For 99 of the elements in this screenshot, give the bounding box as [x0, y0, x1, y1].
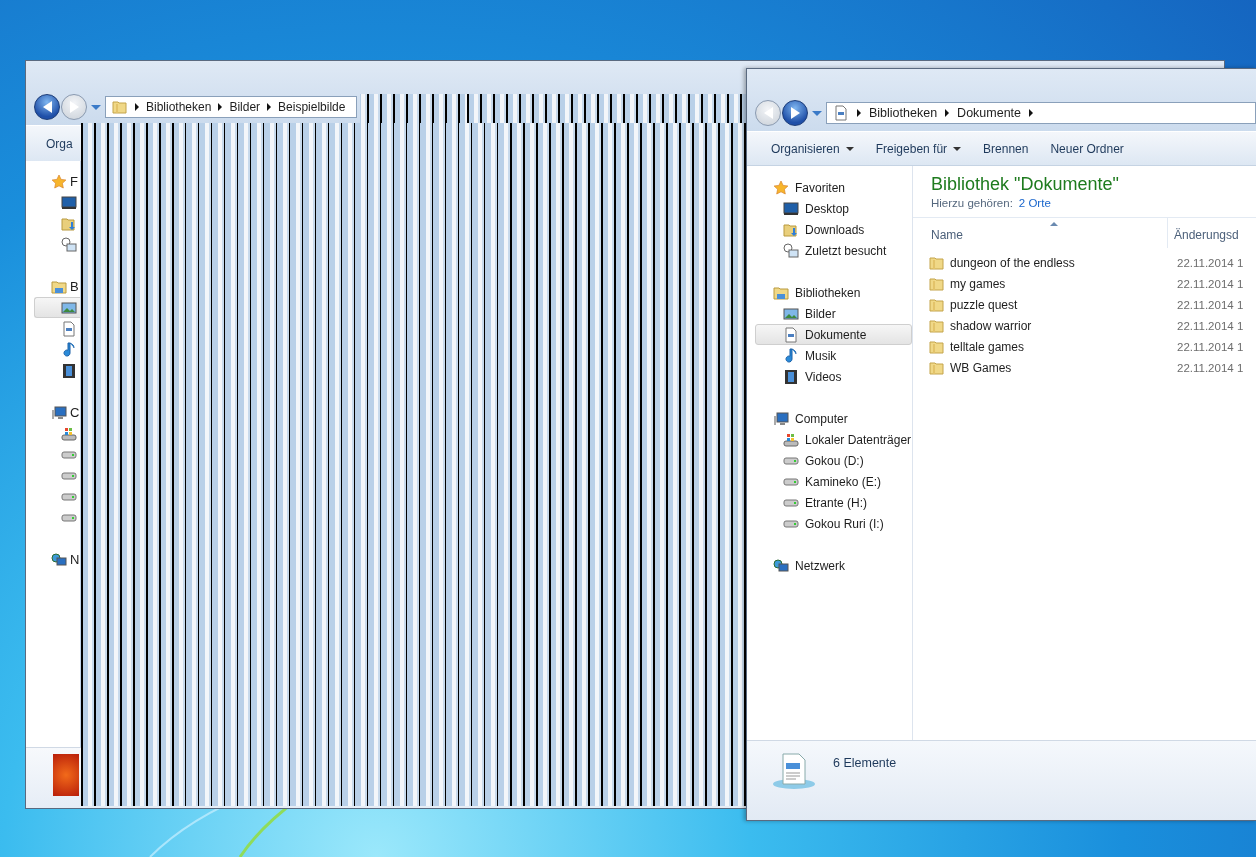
chevron-icon	[267, 103, 272, 111]
film-icon	[783, 368, 799, 385]
file-name: my games	[950, 276, 1006, 291]
toolbar-button[interactable]: Freigeben für	[865, 137, 972, 160]
folder-icon	[929, 254, 945, 271]
sidebar-item[interactable]: Etrante (H:)	[747, 492, 912, 513]
file-name: telltale games	[950, 339, 1025, 354]
breadcrumb[interactable]: Dokumente	[957, 106, 1022, 120]
sidebar-heading[interactable]: Favoriten	[795, 180, 846, 195]
folder-icon	[929, 296, 945, 313]
film-icon	[61, 362, 77, 379]
folder-icon	[929, 338, 945, 355]
file-row[interactable]: WB Games	[913, 359, 1175, 376]
file-row[interactable]: dungeon of the endless	[913, 254, 1175, 271]
folder-icon	[112, 99, 128, 115]
computer-icon	[51, 404, 67, 421]
monitor-icon	[783, 200, 799, 217]
file-name: shadow warrior	[950, 318, 1032, 333]
file-row[interactable]: shadow warrior	[913, 317, 1175, 334]
toolbar-button[interactable]: Organisieren	[761, 137, 864, 160]
chevron-icon	[857, 109, 861, 117]
sidebar-heading[interactable]: Netzwerk	[795, 558, 845, 573]
modified-date: 22.11.2014 1	[1176, 319, 1244, 332]
library-folder-icon	[773, 284, 789, 301]
file-row[interactable]: my games	[913, 275, 1175, 292]
document-icon	[833, 105, 849, 121]
folder-icon	[929, 275, 945, 292]
modified-date: 22.11.2014 1	[1176, 361, 1244, 374]
document-stack-icon	[771, 751, 817, 791]
address-bar[interactable]: Bibliotheken Dokumente	[826, 102, 1256, 124]
sidebar-heading[interactable]: C	[70, 405, 80, 420]
modified-date: 22.11.2014 1	[1176, 277, 1244, 290]
sidebar-item[interactable]: Musik	[747, 345, 912, 366]
drive-icon	[61, 425, 77, 442]
sidebar-heading[interactable]: F	[70, 174, 78, 189]
sidebar-item[interactable]: Downloads	[747, 219, 912, 240]
sidebar-item[interactable]: Desktop	[747, 198, 912, 219]
item-count: 6 Elemente	[833, 756, 897, 770]
locations-link[interactable]: 2 Orte	[1018, 197, 1051, 209]
toolbar-button[interactable]: Brennen	[973, 137, 1039, 160]
forward-button[interactable]	[782, 100, 808, 126]
modified-date: 22.11.2014 1	[1176, 340, 1244, 353]
music-note-icon	[783, 347, 799, 364]
computer-icon	[773, 410, 789, 427]
address-bar[interactable]: Bibliotheken Bilder Beispielbilde	[105, 96, 357, 118]
chevron-icon	[945, 109, 950, 117]
globe-computer-icon	[51, 551, 67, 568]
sidebar-item[interactable]: Zuletzt besucht	[747, 240, 912, 261]
file-row[interactable]: puzzle quest	[913, 296, 1175, 313]
file-name: dungeon of the endless	[950, 255, 1075, 270]
folder-icon	[929, 359, 945, 376]
breadcrumb[interactable]: Beispielbilde	[278, 100, 346, 114]
globe-computer-icon	[773, 557, 789, 574]
landscape-picture-icon	[61, 299, 77, 316]
clock-computer-icon	[783, 242, 799, 259]
sidebar-heading[interactable]: Bibliotheken	[795, 285, 861, 300]
file-name: WB Games	[950, 360, 1012, 375]
back-button[interactable]	[34, 94, 60, 120]
column-header[interactable]: Änderungsd	[1168, 224, 1239, 242]
modified-date: 22.11.2014 1	[1176, 298, 1244, 311]
drive-icon	[783, 431, 799, 448]
star-icon	[773, 179, 789, 196]
star-icon	[51, 173, 67, 190]
monitor-icon	[61, 194, 77, 211]
sidebar-item[interactable]: Videos	[747, 366, 912, 387]
document-icon	[783, 326, 799, 343]
sidebar-item[interactable]: Bilder	[747, 303, 912, 324]
toolbar-button[interactable]: Orga	[36, 132, 83, 155]
clock-computer-icon	[61, 236, 77, 253]
breadcrumb[interactable]: Bibliotheken	[869, 106, 938, 120]
sidebar-item[interactable]: Dokumente	[755, 324, 912, 345]
chevron-icon	[218, 103, 223, 111]
photo-placeholder	[53, 754, 79, 796]
modified-date: 22.11.2014 1	[1176, 256, 1244, 269]
chevron-icon	[1029, 109, 1034, 117]
sort-arrow-icon	[1050, 222, 1058, 226]
music-note-icon	[61, 341, 77, 358]
library-subtitle: Hierzu gehören:	[931, 197, 1013, 209]
sidebar-item[interactable]: Lokaler Datenträger	[747, 429, 912, 450]
document-icon	[61, 320, 77, 337]
sidebar-item[interactable]: Gokou Ruri (I:)	[747, 513, 912, 534]
breadcrumb[interactable]: Bibliotheken	[146, 100, 212, 114]
landscape-picture-icon	[783, 305, 799, 322]
sidebar-item[interactable]: Gokou (D:)	[747, 450, 912, 471]
chevron-icon	[135, 103, 139, 111]
folder-download-icon	[783, 221, 799, 238]
file-name: puzzle quest	[950, 297, 1018, 312]
sidebar-heading[interactable]: N	[70, 552, 80, 567]
sidebar-item[interactable]: Kamineko (E:)	[747, 471, 912, 492]
folder-download-icon	[61, 215, 77, 232]
library-folder-icon	[51, 278, 67, 295]
toolbar-button[interactable]: Neuer Ordner	[1040, 137, 1134, 160]
column-header[interactable]: Name	[913, 218, 1168, 248]
sidebar-heading[interactable]: Computer	[795, 411, 848, 426]
folder-icon	[929, 317, 945, 334]
library-title: Bibliothek "Dokumente"	[931, 174, 1120, 195]
breadcrumb[interactable]: Bilder	[229, 100, 261, 114]
file-row[interactable]: telltale games	[913, 338, 1175, 355]
sidebar-heading[interactable]: B	[70, 279, 79, 294]
